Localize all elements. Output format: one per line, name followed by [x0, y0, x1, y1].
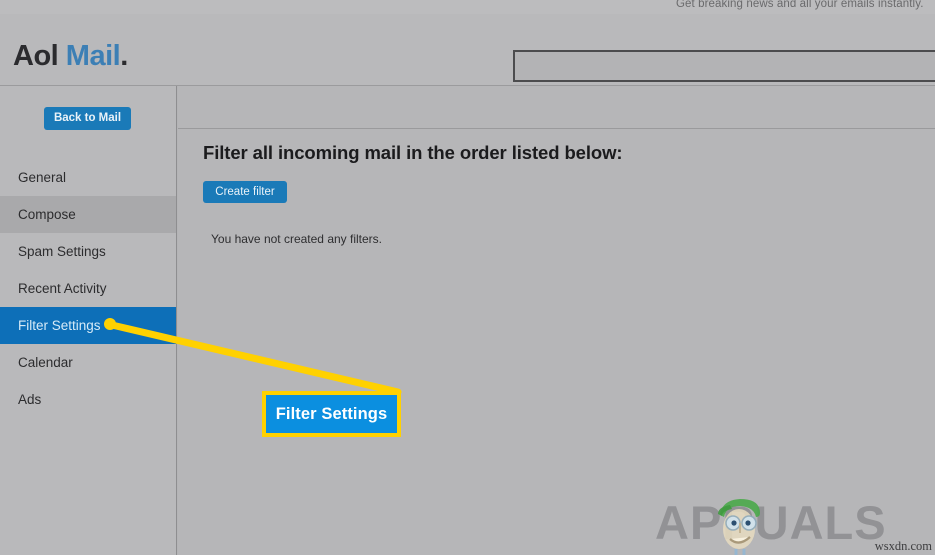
aol-mail-logo[interactable]: Aol Mail. — [13, 42, 128, 71]
logo-mail-text: Mail — [65, 40, 121, 72]
sidebar-item-general[interactable]: General — [0, 159, 176, 196]
sidebar-item-spam-settings[interactable]: Spam Settings — [0, 233, 176, 270]
annotation-callout: Filter Settings — [262, 391, 401, 437]
sidebar-item-label: Ads — [18, 392, 42, 407]
sidebar-item-ads[interactable]: Ads — [0, 381, 176, 418]
logo-dot: . — [120, 40, 128, 72]
sidebar-item-label: General — [18, 170, 67, 185]
sidebar-item-compose[interactable]: Compose — [0, 196, 176, 233]
page-title: Filter all incoming mail in the order li… — [203, 142, 623, 163]
settings-nav-list: General Compose Spam Settings Recent Act… — [0, 159, 176, 418]
sidebar-item-filter-settings[interactable]: Filter Settings — [0, 307, 176, 344]
sidebar-item-calendar[interactable]: Calendar — [0, 344, 176, 381]
sidebar-item-label: Spam Settings — [18, 244, 106, 259]
annotation-callout-label: Filter Settings — [275, 404, 388, 423]
promo-banner: Get breaking news and all your emails in… — [0, 0, 935, 14]
app-window: Get breaking news and all your emails in… — [0, 0, 935, 555]
promo-banner-text: Get breaking news and all your emails in… — [676, 0, 924, 10]
sidebar-item-label: Recent Activity — [18, 281, 107, 296]
back-to-mail-button[interactable]: Back to Mail — [44, 107, 131, 130]
app-header: Aol Mail. — [0, 14, 935, 86]
empty-state-message: You have not created any filters. — [211, 232, 382, 246]
sidebar-item-label: Filter Settings — [18, 318, 101, 333]
sidebar-item-label: Calendar — [18, 355, 73, 370]
settings-sidebar: Back to Mail General Compose Spam Settin… — [0, 86, 177, 555]
settings-content-panel: Filter all incoming mail in the order li… — [178, 86, 935, 555]
search-input[interactable] — [513, 50, 935, 82]
create-filter-button[interactable]: Create filter — [203, 181, 287, 203]
content-toolbar — [178, 86, 935, 129]
sidebar-item-label: Compose — [18, 207, 76, 222]
logo-aol-text: Aol — [13, 40, 59, 72]
sidebar-item-recent-activity[interactable]: Recent Activity — [0, 270, 176, 307]
